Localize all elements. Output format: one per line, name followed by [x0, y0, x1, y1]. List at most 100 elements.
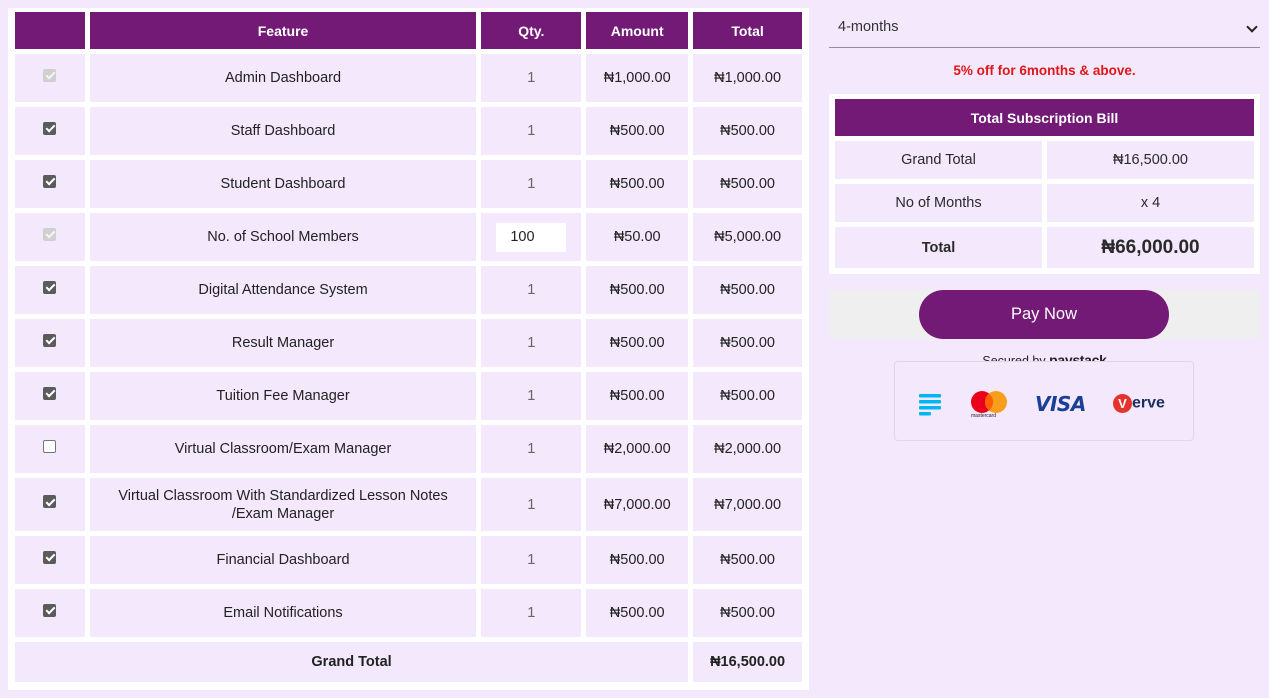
- feature-checkbox[interactable]: [43, 386, 57, 400]
- feature-amount: ₦500.00: [586, 589, 689, 637]
- feature-total: ₦2,000.00: [693, 425, 802, 473]
- feature-name: Digital Attendance System: [89, 266, 477, 314]
- discount-note: 5% off for 6months & above.: [953, 63, 1136, 78]
- feature-qty: 1: [481, 536, 582, 584]
- verve-mark: V: [1113, 394, 1132, 413]
- feature-name: Virtual Classroom With Standardized Less…: [89, 478, 477, 531]
- feature-qty: 1: [481, 266, 582, 314]
- bill-row: Grand Total ₦16,500.00: [835, 141, 1254, 179]
- grand-total-label: Grand Total: [15, 642, 689, 682]
- grand-total-row: Grand Total ₦16,500.00: [15, 642, 802, 682]
- feature-amount: ₦1,000.00: [586, 54, 689, 102]
- paystack-stack-icon: [919, 394, 941, 416]
- pay-now-button[interactable]: Pay Now: [919, 290, 1169, 339]
- school-members-qty-input[interactable]: [496, 222, 567, 252]
- feature-checkbox[interactable]: [43, 121, 57, 135]
- row-checkbox-cell: [15, 589, 85, 637]
- payment-methods-box: mastercard VISA Verve: [894, 361, 1194, 441]
- table-row: Financial Dashboard 1 ₦500.00 ₦500.00: [15, 536, 802, 584]
- bill-grand-total-value: ₦16,500.00: [1047, 141, 1254, 179]
- row-checkbox-cell: [15, 372, 85, 420]
- feature-qty: 1: [481, 478, 582, 531]
- feature-qty: 1: [481, 160, 582, 208]
- feature-name: Admin Dashboard: [89, 54, 477, 102]
- row-checkbox-cell: [15, 536, 85, 584]
- table-row: Admin Dashboard 1 ₦1,000.00 ₦1,000.00: [15, 54, 802, 102]
- feature-name: No. of School Members: [89, 213, 477, 261]
- bill-row: No of Months x 4: [835, 184, 1254, 222]
- feature-amount: ₦500.00: [586, 160, 689, 208]
- row-checkbox-cell: [15, 319, 85, 367]
- row-checkbox-cell: [15, 266, 85, 314]
- feature-amount: ₦500.00: [586, 319, 689, 367]
- bill-grand-total-label: Grand Total: [835, 141, 1042, 179]
- feature-total: ₦500.00: [693, 372, 802, 420]
- row-checkbox-cell: [15, 425, 85, 473]
- feature-total: ₦500.00: [693, 107, 802, 155]
- feature-checkbox[interactable]: [43, 550, 57, 564]
- bill-total-value: ₦66,000.00: [1047, 227, 1254, 268]
- feature-checkbox-disabled: [43, 227, 57, 241]
- feature-amount: ₦500.00: [586, 372, 689, 420]
- feature-name: Email Notifications: [89, 589, 477, 637]
- table-row: Tuition Fee Manager 1 ₦500.00 ₦500.00: [15, 372, 802, 420]
- feature-qty: 1: [481, 107, 582, 155]
- subscription-bill-table: Total Subscription Bill Grand Total ₦16,…: [830, 94, 1259, 273]
- feature-total: ₦7,000.00: [693, 478, 802, 531]
- feature-total: ₦500.00: [693, 589, 802, 637]
- feature-qty: 1: [481, 54, 582, 102]
- feature-total: ₦500.00: [693, 266, 802, 314]
- feature-checkbox[interactable]: [43, 439, 57, 453]
- feature-name: Result Manager: [89, 319, 477, 367]
- row-checkbox-cell: [15, 160, 85, 208]
- feature-name: Tuition Fee Manager: [89, 372, 477, 420]
- table-header-row: Feature Qty. Amount Total: [15, 12, 802, 49]
- feature-name: Staff Dashboard: [89, 107, 477, 155]
- feature-name: Virtual Classroom/Exam Manager: [89, 425, 477, 473]
- features-table-container: Feature Qty. Amount Total Admin Dashboar…: [8, 8, 809, 690]
- feature-total: ₦5,000.00: [693, 213, 802, 261]
- feature-qty: 1: [481, 319, 582, 367]
- table-row: No. of School Members ₦50.00 ₦5,000.00: [15, 213, 802, 261]
- feature-checkbox[interactable]: [43, 333, 57, 347]
- feature-total: ₦500.00: [693, 319, 802, 367]
- feature-total: ₦500.00: [693, 160, 802, 208]
- header-qty: Qty.: [481, 12, 582, 49]
- table-row: Student Dashboard 1 ₦500.00 ₦500.00: [15, 160, 802, 208]
- pay-button-band: Pay Now: [829, 290, 1260, 339]
- subscription-bill-container: Total Subscription Bill Grand Total ₦16,…: [829, 94, 1260, 274]
- verve-logo: Verve: [1113, 394, 1165, 413]
- verve-text: erve: [1132, 394, 1165, 412]
- table-row: Staff Dashboard 1 ₦500.00 ₦500.00: [15, 107, 802, 155]
- row-checkbox-cell: [15, 478, 85, 531]
- feature-total: ₦500.00: [693, 536, 802, 584]
- row-checkbox-cell: [15, 107, 85, 155]
- feature-checkbox[interactable]: [43, 603, 57, 617]
- table-row: Result Manager 1 ₦500.00 ₦500.00: [15, 319, 802, 367]
- feature-checkbox[interactable]: [43, 495, 57, 509]
- feature-total: ₦1,000.00: [693, 54, 802, 102]
- feature-checkbox[interactable]: [43, 174, 57, 188]
- grand-total-value: ₦16,500.00: [693, 642, 802, 682]
- period-select-value: 4-months: [838, 19, 899, 35]
- visa-logo: VISA: [1035, 392, 1086, 416]
- table-row: Virtual Classroom/Exam Manager 1 ₦2,000.…: [15, 425, 802, 473]
- feature-amount: ₦500.00: [586, 266, 689, 314]
- feature-qty: 1: [481, 589, 582, 637]
- bill-months-label: No of Months: [835, 184, 1042, 222]
- feature-checkbox-disabled: [43, 68, 57, 82]
- feature-amount: ₦500.00: [586, 536, 689, 584]
- features-table: Feature Qty. Amount Total Admin Dashboar…: [10, 7, 807, 687]
- subscription-period-select[interactable]: 4-months: [829, 8, 1260, 48]
- table-row: Virtual Classroom With Standardized Less…: [15, 478, 802, 531]
- header-total: Total: [693, 12, 802, 49]
- chevron-down-icon: [1246, 21, 1258, 33]
- bill-total-label: Total: [835, 227, 1042, 268]
- bill-months-value: x 4: [1047, 184, 1254, 222]
- table-row: Digital Attendance System 1 ₦500.00 ₦500…: [15, 266, 802, 314]
- feature-checkbox[interactable]: [43, 280, 57, 294]
- header-feature: Feature: [89, 12, 477, 49]
- feature-qty-cell: [481, 213, 582, 261]
- feature-qty: 1: [481, 372, 582, 420]
- bill-title: Total Subscription Bill: [835, 99, 1254, 136]
